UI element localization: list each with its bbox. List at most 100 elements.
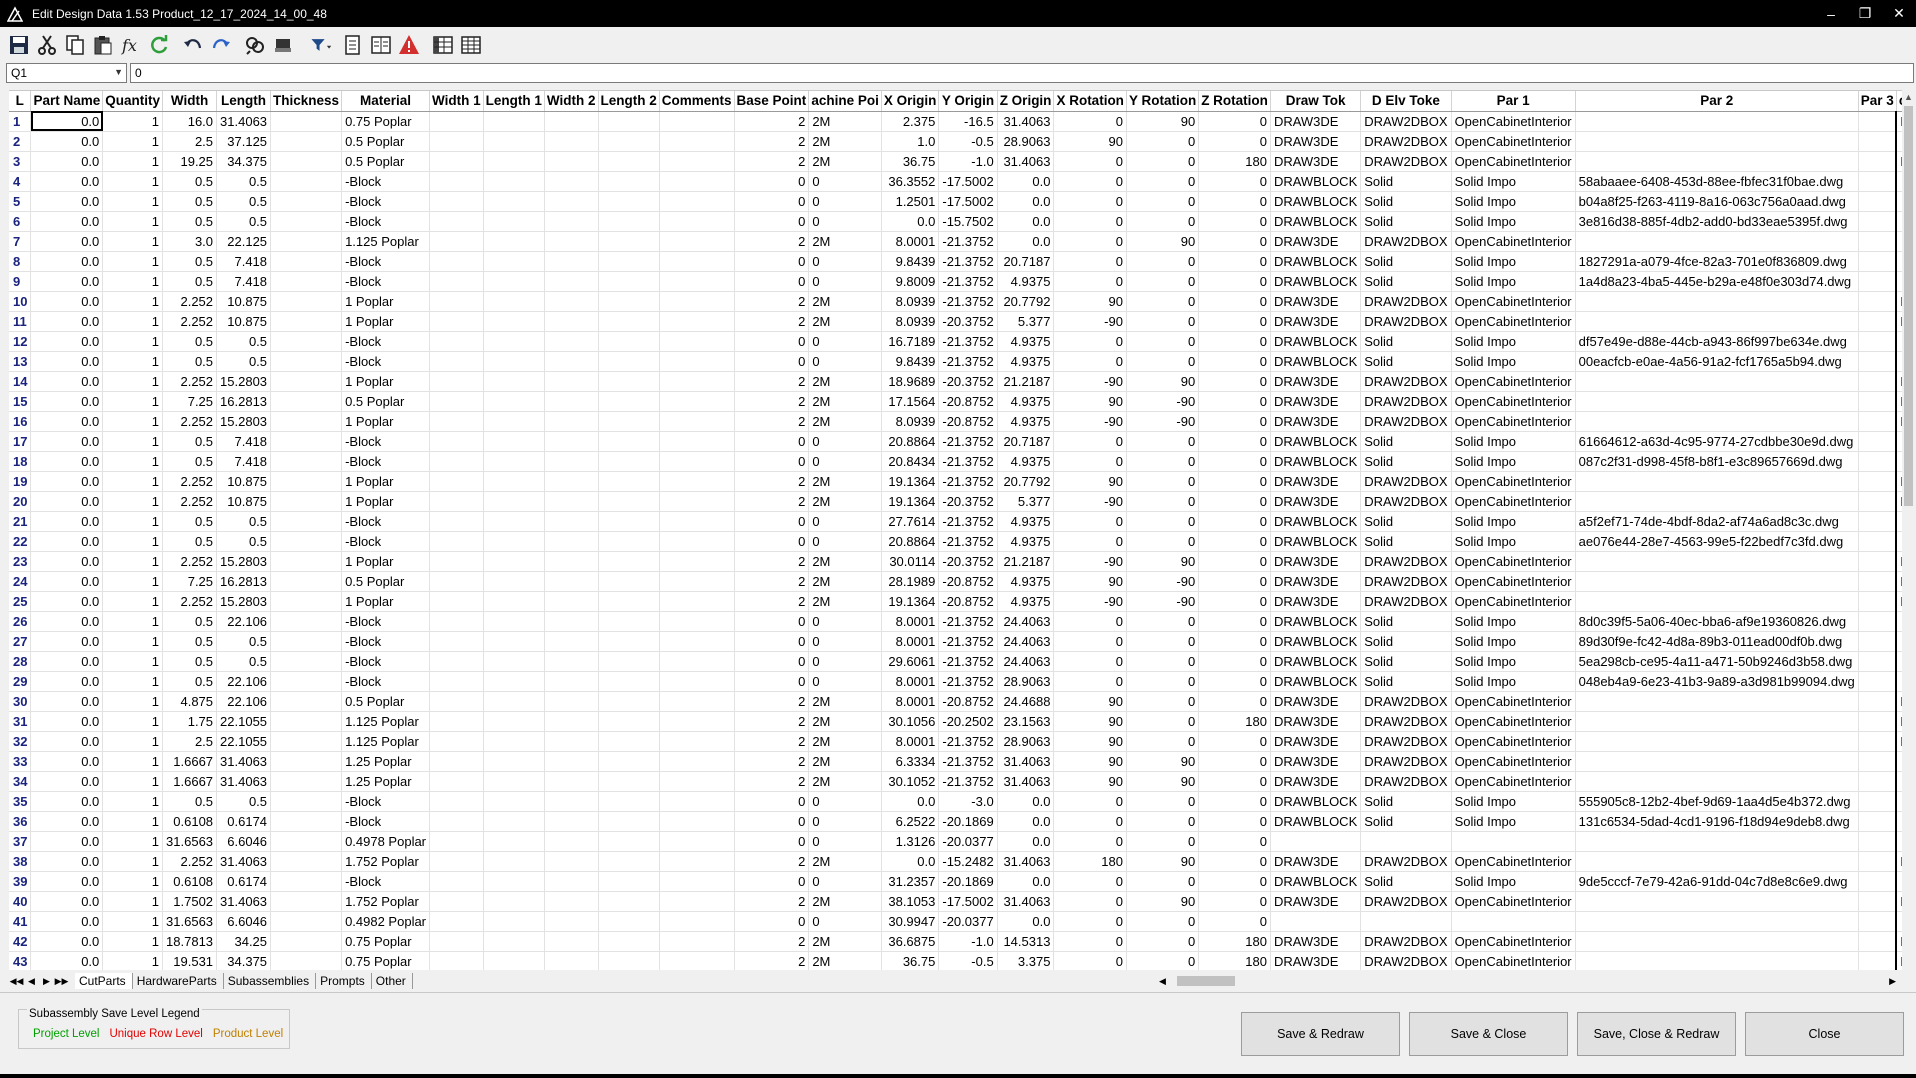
grid-cell[interactable]: -Block (341, 451, 431, 472)
grid-cell[interactable] (544, 591, 599, 612)
row-number[interactable]: 6 (9, 211, 32, 232)
grid-cell[interactable] (1858, 351, 1897, 372)
grid-cell[interactable]: -Block (341, 191, 431, 212)
grid-cell[interactable]: 0 (734, 331, 810, 352)
grid-cell[interactable]: 30.0114 (881, 551, 940, 572)
grid-cell[interactable]: 90 (1126, 751, 1200, 772)
grid-cell[interactable]: 1a4d8a23-4ba5-445e-b29a-e48f0e303d74.dwg (1575, 271, 1859, 292)
grid-cell[interactable]: DRAW2DBOX (1360, 751, 1452, 772)
grid-cell[interactable] (429, 411, 484, 432)
grid-cell[interactable]: 0.5 (216, 211, 272, 232)
grid-cell[interactable]: 28.9063 (997, 671, 1055, 692)
grid-cell[interactable]: 555905c8-12b2-4bef-9d69-1aa4d5e4b372.dwg (1575, 791, 1859, 812)
grid-cell[interactable] (429, 171, 484, 192)
grid-cell[interactable]: -0.5 (938, 951, 998, 970)
grid-cell[interactable]: 16.2813 (216, 391, 272, 412)
row-number[interactable]: 20 (9, 491, 32, 512)
grid-cell[interactable] (270, 611, 343, 632)
grid-cell[interactable]: 2 (734, 951, 810, 970)
grid-cell[interactable]: -90 (1053, 491, 1127, 512)
grid-cell[interactable]: 6.6046 (216, 831, 272, 852)
grid-cell[interactable]: 30.1056 (881, 711, 940, 732)
grid-cell[interactable] (1360, 831, 1452, 852)
grid-cell[interactable]: 1.0 (881, 131, 940, 152)
grid-cell[interactable]: 17.1564 (881, 391, 940, 412)
grid-cell[interactable]: -21.3752 (938, 511, 998, 532)
grid-cell[interactable]: 30.9947 (881, 911, 940, 932)
grid-cell[interactable] (483, 391, 545, 412)
grid-cell[interactable]: 0 (1126, 271, 1200, 292)
grid-cell[interactable]: OpenCabinetInterior (1451, 751, 1576, 772)
column-header[interactable]: Y Origin (938, 91, 998, 112)
grid-cell[interactable]: 0 (1126, 611, 1200, 632)
grid-cell[interactable] (598, 531, 660, 552)
column-header[interactable]: Draw Tok (1270, 91, 1362, 112)
grid-cell[interactable] (598, 631, 660, 652)
grid-cell[interactable]: 0 (808, 251, 882, 272)
grid-cell[interactable]: OpenCabinetInterior (1451, 951, 1576, 970)
grid-cell[interactable]: 2M (808, 551, 882, 572)
grid-cell[interactable]: -20.8752 (938, 411, 998, 432)
filter-icon[interactable] (304, 31, 338, 59)
sheet-tab[interactable]: Subassemblies (224, 973, 317, 989)
grid-cell[interactable]: 0 (1053, 451, 1127, 472)
grid-cell[interactable]: 2.252 (162, 411, 218, 432)
grid-cell[interactable]: 0 (808, 271, 882, 292)
grid-cell[interactable]: 9de5cccf-7e79-42a6-91dd-04c7d8e8c6e9.dwg (1575, 871, 1859, 892)
grid-cell[interactable]: 1 (102, 791, 164, 812)
grid-cell[interactable]: 1 Poplar (341, 311, 431, 332)
grid-cell[interactable]: 0.75 Poplar (341, 951, 431, 970)
grid-cell[interactable]: 0.4982 Poplar (341, 911, 431, 932)
grid-cell[interactable] (270, 391, 343, 412)
grid-cell[interactable] (1858, 171, 1897, 192)
grid-cell[interactable] (544, 211, 599, 232)
grid-cell[interactable] (429, 431, 484, 452)
grid-cell[interactable]: Solid (1360, 651, 1452, 672)
grid-cell[interactable]: 28.9063 (997, 731, 1055, 752)
grid-cell[interactable] (270, 351, 343, 372)
grid-cell[interactable]: 1.25 Poplar (341, 771, 431, 792)
grid-cell[interactable]: 0 (1126, 731, 1200, 752)
sheet-tab[interactable]: HardwareParts (133, 973, 224, 989)
row-number[interactable]: 5 (9, 191, 32, 212)
grid-cell[interactable]: 0.6174 (216, 811, 272, 832)
grid-cell[interactable]: DRAW3DE (1270, 491, 1362, 512)
grid-cell[interactable] (1575, 391, 1859, 412)
grid-cell[interactable] (659, 491, 735, 512)
grid-cell[interactable]: 90 (1126, 111, 1200, 132)
grid-cell[interactable]: 28.9063 (997, 131, 1055, 152)
grid-cell[interactable]: 2 (734, 931, 810, 952)
grid-cell[interactable]: 0.5 Poplar (341, 131, 431, 152)
grid-cell[interactable]: 2M (808, 111, 882, 132)
grid-cell[interactable]: 90 (1053, 291, 1127, 312)
grid-cell[interactable]: -20.3752 (938, 371, 998, 392)
sheet-tab[interactable]: CutParts (75, 973, 133, 989)
column-header[interactable]: achine Poi (808, 91, 882, 112)
grid-cell[interactable] (544, 851, 599, 872)
column-header[interactable]: X Origin (881, 91, 940, 112)
undo-icon[interactable] (180, 31, 206, 59)
grid-cell[interactable]: 0.0 (30, 771, 104, 792)
grid-cell[interactable]: -20.1869 (938, 811, 998, 832)
grid-cell[interactable]: -21.3752 (938, 451, 998, 472)
grid-cell[interactable]: 0.75 Poplar (341, 111, 431, 132)
grid-cell[interactable]: 0 (808, 611, 882, 632)
grid-cell[interactable]: DRAW3DE (1270, 411, 1362, 432)
grid-cell[interactable]: 0 (1198, 591, 1271, 612)
grid-cell[interactable] (483, 631, 545, 652)
grid-cell[interactable]: -21.3752 (938, 671, 998, 692)
grid-cell[interactable]: 2 (734, 691, 810, 712)
grid-cell[interactable] (483, 171, 545, 192)
find-replace-icon[interactable] (242, 31, 268, 59)
grid-cell[interactable] (483, 611, 545, 632)
grid-cell[interactable]: 0 (734, 431, 810, 452)
grid-cell[interactable]: DRAW3DE (1270, 931, 1362, 952)
grid-cell[interactable]: OpenCabinetInterior (1451, 891, 1576, 912)
grid-cell[interactable]: DRAWBLOCK (1270, 251, 1362, 272)
row-number[interactable]: 9 (9, 271, 32, 292)
grid-cell[interactable]: 4.9375 (997, 591, 1055, 612)
grid-cell[interactable] (483, 511, 545, 532)
grid-cell[interactable]: 8.0939 (881, 291, 940, 312)
grid-cell[interactable] (429, 311, 484, 332)
grid-cell[interactable]: 0 (734, 791, 810, 812)
